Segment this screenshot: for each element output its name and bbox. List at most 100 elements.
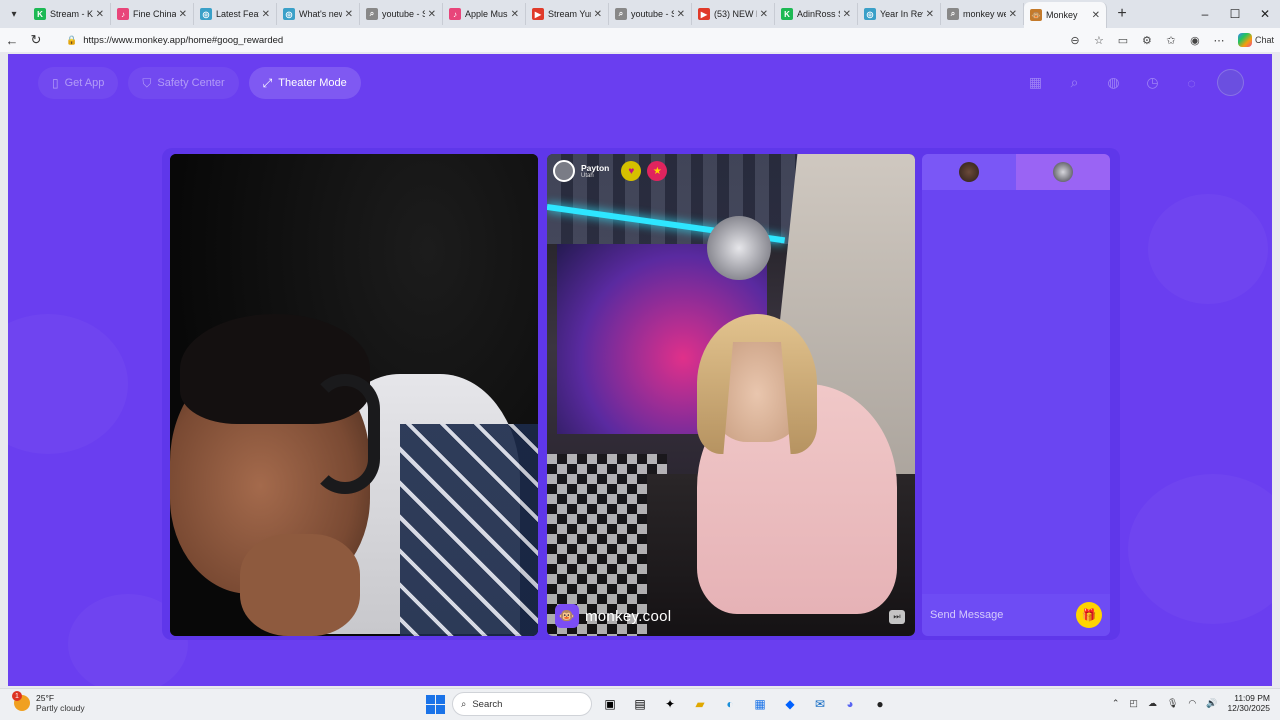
messages-icon[interactable]: ◌ — [1178, 69, 1205, 96]
edge-icon[interactable]: ◐ — [718, 692, 742, 716]
browser-tab[interactable]: ◎ Year In Revie✕ — [858, 3, 941, 25]
clock[interactable]: 11:09 PM 12/30/2025 — [1227, 693, 1270, 713]
profile-icon[interactable]: ◉ — [1184, 34, 1206, 47]
maximize-icon[interactable]: ☐ — [1220, 0, 1250, 28]
copilot-app-icon[interactable]: ✦ — [658, 692, 682, 716]
window-controls: – ☐ ✕ — [1190, 0, 1280, 28]
tab-list-menu-icon[interactable]: ▾ — [0, 0, 28, 28]
history-icon[interactable]: ◷ — [1139, 69, 1166, 96]
tab-title: Latest Feature — [216, 9, 259, 19]
store-icon[interactable]: ▦ — [748, 692, 772, 716]
tab-close-icon[interactable]: ✕ — [843, 9, 851, 20]
widgets-icon[interactable]: ▣ — [598, 692, 622, 716]
browser-tab[interactable]: ◎ Latest Feature✕ — [194, 3, 277, 25]
media-icon[interactable]: ▭ — [1112, 34, 1134, 47]
partner-name: Payton — [581, 163, 610, 173]
tab-close-icon[interactable]: ✕ — [1009, 9, 1017, 20]
app-icon[interactable]: ● — [868, 692, 892, 716]
theater-mode-label: Theater Mode — [278, 77, 347, 89]
tray-app-icon[interactable]: ◰ — [1129, 698, 1138, 709]
clock-date: 12/30/2025 — [1227, 703, 1270, 713]
copilot-chat-button[interactable]: Chat — [1237, 33, 1274, 47]
tray-overflow-icon[interactable]: ⌃ — [1112, 698, 1120, 709]
search-icon[interactable]: ⌕ — [1061, 69, 1088, 96]
theater-mode-button[interactable]: ⤢ Theater Mode — [248, 67, 361, 99]
like-heart-button[interactable]: ♥ — [621, 161, 642, 181]
tab-close-icon[interactable]: ✕ — [594, 9, 602, 20]
new-tab-button[interactable]: + — [1111, 5, 1133, 23]
tab-close-icon[interactable]: ✕ — [179, 9, 187, 20]
file-explorer-icon[interactable]: ▰ — [688, 692, 712, 716]
tab-close-icon[interactable]: ✕ — [760, 9, 768, 20]
chat-input-bar: 🎁 — [922, 594, 1110, 636]
tab-favicon-icon: ♪ — [449, 8, 461, 20]
favorites-icon[interactable]: ✩ — [1160, 34, 1182, 47]
wifi-icon[interactable]: ◠ — [1188, 698, 1196, 709]
extensions-icon[interactable]: ⚙ — [1136, 34, 1158, 47]
taskbar-search[interactable]: ⌕ Search — [452, 692, 592, 716]
partner-info: Payton Utah ♥ ★ — [553, 160, 668, 182]
send-message-input[interactable] — [930, 609, 1070, 621]
chat-tab-self[interactable] — [922, 154, 1016, 190]
report-badge-button[interactable]: ★ — [647, 161, 668, 181]
browser-tab[interactable]: ⌕ youtube - Se✕ — [360, 3, 443, 25]
volume-icon[interactable]: 🔊 — [1206, 698, 1217, 709]
weather-widget[interactable]: 1 25°F Partly cloudy — [12, 691, 85, 713]
weather-icon: 1 — [12, 691, 30, 711]
partner-avatar[interactable] — [553, 160, 575, 182]
browser-tab[interactable]: K Stream - Kick✕ — [28, 3, 111, 25]
favorite-star-icon[interactable]: ☆ — [1088, 34, 1110, 47]
refresh-icon[interactable]: ↻ — [24, 28, 48, 52]
browser-tab[interactable]: ◎ What's new ✕ — [277, 3, 360, 25]
friends-icon[interactable]: ◍ — [1100, 69, 1127, 96]
toolbar-actions: ⊖ ☆ ▭ ⚙ ✩ ◉ ⋯ Chat — [1064, 28, 1274, 52]
start-button[interactable] — [424, 693, 446, 715]
discord-icon[interactable]: ◕ — [838, 692, 862, 716]
close-window-icon[interactable]: ✕ — [1250, 0, 1280, 28]
chat-tabs — [922, 154, 1110, 190]
search-icon: ⌕ — [461, 698, 467, 710]
gift-button[interactable]: 🎁 — [1076, 602, 1102, 628]
more-menu-icon[interactable]: ⋯ — [1208, 34, 1230, 47]
browser-tab[interactable]: ▶ (53) NEW Fu✕ — [692, 3, 775, 25]
tab-favicon-icon: ♪ — [117, 8, 129, 20]
phone-icon: ▯ — [52, 76, 59, 90]
outlook-icon[interactable]: ✉ — [808, 692, 832, 716]
minimize-icon[interactable]: – — [1190, 0, 1220, 28]
browser-tab[interactable]: 🐵 Monkey ✕ — [1024, 2, 1107, 28]
tab-close-icon[interactable]: ✕ — [926, 9, 934, 20]
watermark-text: monkey.cool — [585, 607, 672, 625]
tab-close-icon[interactable]: ✕ — [428, 9, 436, 20]
tray-sync-icon[interactable]: ☁ — [1148, 698, 1157, 709]
task-view-icon[interactable]: ▤ — [628, 692, 652, 716]
tab-close-icon[interactable]: ✕ — [96, 9, 104, 20]
browser-tab[interactable]: ♪ Apple Music✕ — [443, 3, 526, 25]
browser-tab[interactable]: ▶ Stream Yung✕ — [526, 3, 609, 25]
reader-icon[interactable]: ⊖ — [1064, 34, 1086, 47]
tab-title: Stream - Kick — [50, 9, 93, 19]
shop-icon[interactable]: ▦ — [1022, 69, 1049, 96]
heart-icon: ♥ — [628, 165, 635, 177]
chat-tab-partner[interactable] — [1016, 154, 1110, 190]
tab-close-icon[interactable]: ✕ — [511, 9, 519, 20]
browser-tab[interactable]: K AdinRoss Str✕ — [775, 3, 858, 25]
get-app-button[interactable]: ▯ Get App — [38, 67, 119, 99]
tab-close-icon[interactable]: ✕ — [345, 9, 353, 20]
dropbox-icon[interactable]: ◆ — [778, 692, 802, 716]
user-avatar[interactable] — [1217, 69, 1244, 96]
microphone-icon[interactable]: 🎙 — [1167, 698, 1178, 709]
browser-tab[interactable]: ⌕ monkey web✕ — [941, 3, 1024, 25]
tab-close-icon[interactable]: ✕ — [677, 9, 685, 20]
skip-next-icon[interactable]: ⏭ — [889, 610, 905, 624]
browser-tab[interactable]: ♪ Fine China -✕ — [111, 3, 194, 25]
browser-tab[interactable]: ⌕ youtube - Se✕ — [609, 3, 692, 25]
shield-icon: ⛉ — [142, 75, 152, 90]
back-icon[interactable]: ← — [0, 28, 24, 52]
address-bar[interactable]: 🔒 https://www.monkey.app/home#goog_rewar… — [60, 30, 1090, 50]
safety-center-button[interactable]: ⛉ Safety Center — [128, 67, 239, 99]
tab-title: youtube - Se — [631, 9, 674, 19]
copilot-icon — [1237, 33, 1252, 47]
tab-close-icon[interactable]: ✕ — [262, 9, 270, 20]
tab-close-icon[interactable]: ✕ — [1092, 10, 1100, 21]
get-app-label: Get App — [64, 77, 105, 89]
